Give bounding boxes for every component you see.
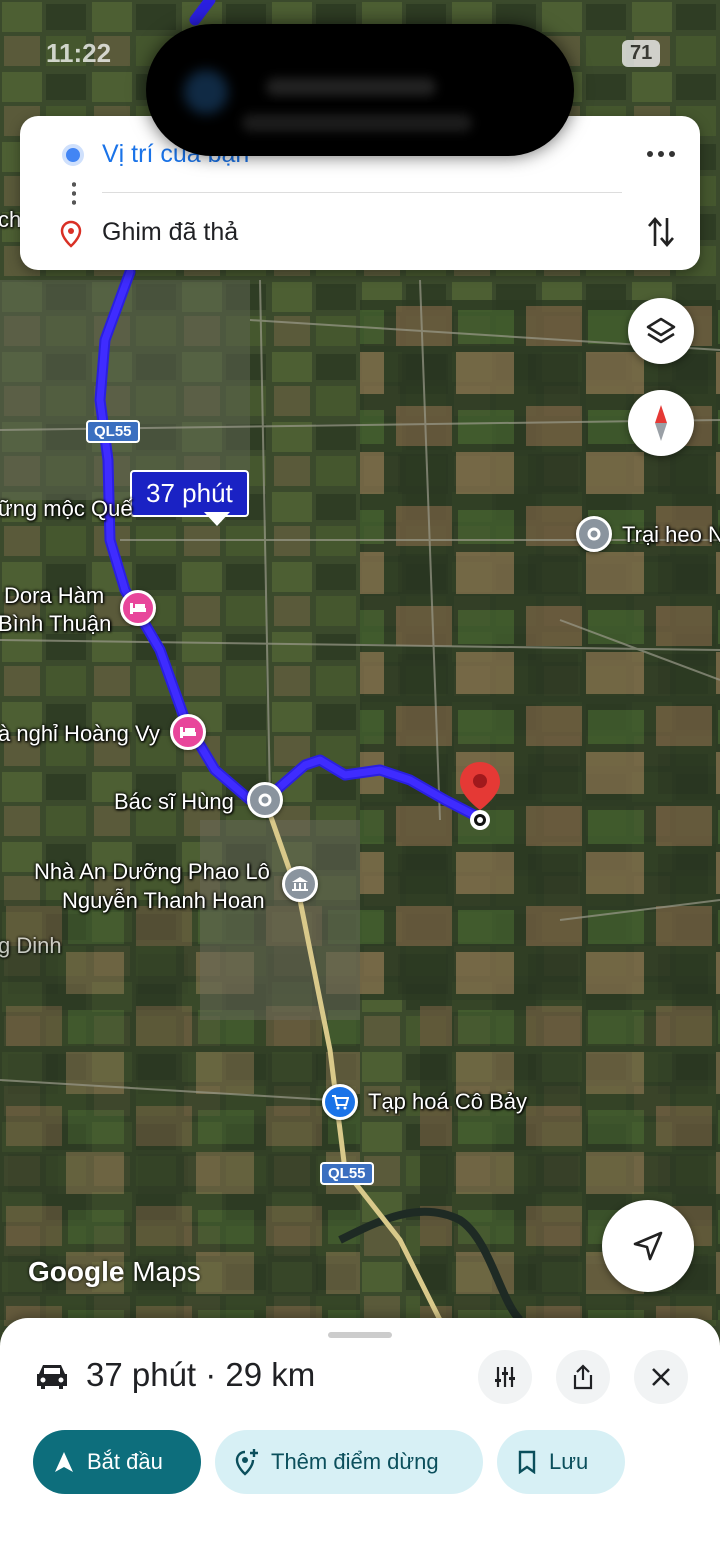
close-icon (652, 1368, 670, 1386)
label-nha-nghi: à nghỉ Hoàng Vy (0, 721, 160, 746)
place-poi[interactable] (576, 516, 612, 552)
layers-icon (646, 317, 676, 344)
notification-blur (266, 78, 436, 96)
label-nha-an-2: Nguyễn Thanh Hoan (62, 888, 265, 913)
hotel-poi[interactable] (120, 590, 156, 626)
destination-field[interactable]: Ghim đã thả (102, 218, 238, 247)
label-dora-1: Dora Hàm (4, 583, 105, 608)
start-label: Bắt đầu (87, 1449, 163, 1474)
car-icon (37, 1365, 67, 1389)
generic-place-icon (587, 527, 601, 541)
label-nha-an-1: Nhà An Dưỡng Phao Lô (34, 859, 270, 884)
label-dora-2: Bình Thuận (0, 611, 112, 636)
notification-avatar (184, 70, 228, 114)
save-button[interactable]: Lưu (497, 1430, 625, 1494)
start-button[interactable]: Bắt đầu (33, 1430, 201, 1494)
museum-icon (292, 877, 308, 891)
bookmark-icon (518, 1450, 536, 1474)
generic-place-icon (258, 793, 272, 807)
road-shield-ql55: QL55 (320, 1162, 374, 1185)
navigation-arrow-icon (633, 1231, 663, 1261)
add-location-icon (235, 1449, 258, 1476)
google-maps-logo: Google Maps (28, 1256, 201, 1287)
label-go-moc: ững mộc Quế (0, 496, 133, 521)
destination-pin-icon[interactable] (456, 760, 504, 836)
dynamic-island (146, 24, 574, 156)
navigation-arrow-icon (55, 1452, 73, 1472)
pin-icon (60, 220, 82, 248)
dotted-connector (72, 180, 76, 206)
place-poi[interactable] (247, 782, 283, 818)
more-horiz-icon[interactable] (646, 146, 676, 162)
divider (102, 192, 622, 193)
layers-button[interactable] (628, 298, 694, 364)
hotel-poi[interactable] (170, 714, 206, 750)
add-stop-label: Thêm điểm dừng (271, 1449, 439, 1474)
label-bac-si: Bác sĩ Hùng (114, 789, 234, 814)
compass-icon (655, 405, 667, 441)
label-edge-ch: ch (0, 207, 22, 232)
blue-dot-icon (62, 144, 84, 166)
bottom-sheet: 37 phút · 29 km Bắt đầu Thêm điểm dừng L… (0, 1318, 720, 1564)
road-shield-ql55: QL55 (86, 420, 140, 443)
cart-icon (332, 1095, 349, 1110)
drag-handle[interactable] (328, 1332, 392, 1338)
share-icon (573, 1364, 593, 1390)
tune-icon (495, 1367, 515, 1387)
close-button[interactable] (634, 1350, 688, 1404)
bed-icon (130, 603, 146, 614)
route-summary: 37 phút · 29 km (86, 1356, 316, 1393)
label-edge-dinh: g Dinh (0, 933, 62, 958)
eta-pointer-icon (204, 512, 230, 526)
label-tap-hoa: Tạp hoá Cô Bảy (368, 1089, 527, 1114)
my-location-button[interactable] (602, 1200, 694, 1292)
swap-vert-icon[interactable] (646, 214, 676, 250)
add-stop-button[interactable]: Thêm điểm dừng (215, 1430, 483, 1494)
shop-poi[interactable] (322, 1084, 358, 1120)
compass-button[interactable] (628, 390, 694, 456)
share-button[interactable] (556, 1350, 610, 1404)
status-time: 11:22 (46, 38, 112, 68)
route-options-button[interactable] (478, 1350, 532, 1404)
museum-poi[interactable] (282, 866, 318, 902)
status-badge: 71 (622, 40, 661, 67)
save-label: Lưu (549, 1449, 589, 1474)
label-trai-heo: Trại heo N (622, 522, 720, 547)
bed-icon (180, 727, 196, 738)
notification-blur (242, 114, 472, 132)
